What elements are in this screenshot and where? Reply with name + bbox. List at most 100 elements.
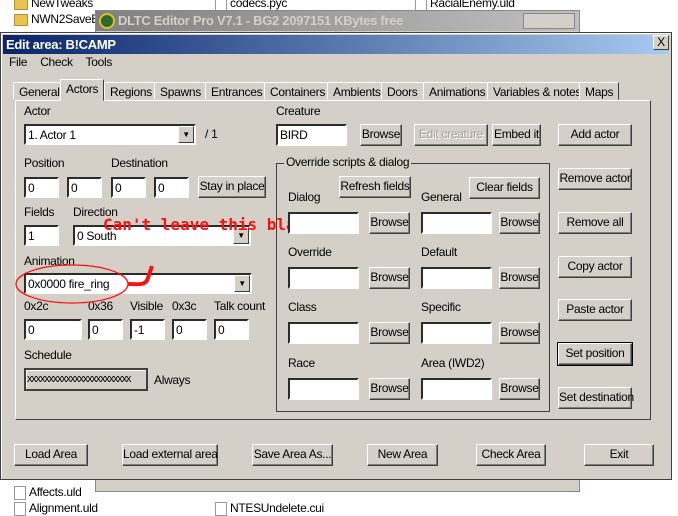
talk-count-label: Talk count xyxy=(214,299,266,313)
dialog-browse-button[interactable]: Browse xyxy=(369,212,410,234)
default-input[interactable] xyxy=(421,267,492,289)
general-label: General xyxy=(421,190,462,204)
race-input[interactable] xyxy=(288,378,359,400)
annotation-arrow xyxy=(127,265,154,287)
folder-icon xyxy=(14,0,28,10)
save-area-as-button[interactable]: Save Area As... xyxy=(252,444,333,466)
tab-general[interactable]: General xyxy=(13,82,66,100)
tab-entrances[interactable]: Entrances xyxy=(205,82,269,100)
menu-bar: File Check Tools xyxy=(9,55,122,69)
tab-maps[interactable]: Maps xyxy=(579,82,620,100)
actor-label: Actor xyxy=(24,104,51,118)
window-title: Edit area: B!CAMP xyxy=(3,35,669,54)
exit-button[interactable]: Exit xyxy=(584,444,654,466)
default-label: Default xyxy=(421,245,457,259)
file-item[interactable]: NTESUndelete.cui xyxy=(215,501,324,516)
file-icon xyxy=(14,485,26,500)
load-area-button[interactable]: Load Area xyxy=(14,444,88,466)
tab-variables-notes[interactable]: Variables & notes xyxy=(487,82,588,100)
paste-actor-button[interactable]: Paste actor xyxy=(558,299,632,321)
position-x-input[interactable]: 0 xyxy=(24,177,59,198)
copy-actor-button[interactable]: Copy actor xyxy=(558,256,632,278)
dialog-label: Dialog xyxy=(288,190,321,204)
dialog-input[interactable] xyxy=(288,212,359,234)
menu-tools[interactable]: Tools xyxy=(86,55,113,69)
schedule-text: Always xyxy=(154,373,191,387)
edit-creature-button[interactable]: Edit creature xyxy=(414,124,488,146)
file-icon xyxy=(14,501,26,516)
set-destination-button[interactable]: Set destination xyxy=(558,387,634,409)
file-item[interactable]: NWN2SaveBa xyxy=(14,12,106,26)
add-actor-button[interactable]: Add actor xyxy=(558,124,632,146)
actor-count: / 1 xyxy=(205,127,218,141)
position-y-input[interactable]: 0 xyxy=(67,177,102,198)
override-group-title: Override scripts & dialog xyxy=(284,155,412,169)
specific-browse-button[interactable]: Browse xyxy=(499,322,540,344)
destination-y-input[interactable]: 0 xyxy=(154,177,189,198)
tab-animations[interactable]: Animations xyxy=(423,82,492,100)
creature-browse-button[interactable]: Browse xyxy=(360,124,402,146)
window-controls[interactable] xyxy=(523,13,575,29)
creature-label: Creature xyxy=(276,104,321,118)
area-iwd2-label: Area (IWD2) xyxy=(421,356,485,370)
race-browse-button[interactable]: Browse xyxy=(369,378,410,400)
menu-check[interactable]: Check xyxy=(40,55,73,69)
folder-icon xyxy=(14,13,28,26)
chevron-down-icon[interactable]: ▼ xyxy=(234,275,250,292)
actor-select[interactable]: 1. Actor 1 ▼ xyxy=(24,124,196,145)
destination-x-input[interactable]: 0 xyxy=(111,177,146,198)
default-browse-button[interactable]: Browse xyxy=(499,267,540,289)
tab-regions[interactable]: Regions xyxy=(104,82,158,100)
override-browse-button[interactable]: Browse xyxy=(369,267,410,289)
load-external-area-button[interactable]: Load external area xyxy=(122,444,218,466)
override-input[interactable] xyxy=(288,267,359,289)
specific-label: Specific xyxy=(421,300,461,314)
clear-fields-button[interactable]: Clear fields xyxy=(469,177,540,199)
chevron-down-icon[interactable]: ▼ xyxy=(178,126,194,143)
remove-all-button[interactable]: Remove all xyxy=(558,212,632,234)
annotation-ellipse xyxy=(15,264,129,304)
set-position-button[interactable]: Set position xyxy=(557,342,633,366)
remove-actor-button[interactable]: Remove actor xyxy=(558,168,632,190)
background-app-title: DLTC Editor Pro V7.1 - BG2 2097151 KByte… xyxy=(96,11,579,31)
refresh-fields-button[interactable]: Refresh fields xyxy=(339,176,411,198)
class-input[interactable] xyxy=(288,322,359,344)
file-icon xyxy=(215,501,227,516)
schedule-label: Schedule xyxy=(24,348,72,362)
schedule-button[interactable]: xxxxxxxxxxxxxxxxxxxxxxxx xyxy=(24,368,148,391)
field-0x36-input[interactable]: 0 xyxy=(88,319,123,340)
talk-count-input[interactable]: 0 xyxy=(214,319,249,340)
embed-it-button[interactable]: Embed it xyxy=(492,124,541,146)
destination-label: Destination xyxy=(111,156,168,170)
tab-containers[interactable]: Containers xyxy=(264,82,332,100)
position-label: Position xyxy=(24,156,65,170)
class-label: Class xyxy=(288,300,317,314)
app-icon xyxy=(99,13,115,29)
override-label: Override xyxy=(288,245,332,259)
close-button[interactable]: X xyxy=(653,35,669,50)
field-0x3c-input[interactable]: 0 xyxy=(172,319,207,340)
file-item[interactable]: Affects.uld xyxy=(14,485,82,500)
general-input[interactable] xyxy=(421,212,492,234)
area-iwd2-input[interactable] xyxy=(421,378,492,400)
tab-doors[interactable]: Doors xyxy=(381,82,424,100)
tab-spawns[interactable]: Spawns xyxy=(154,82,207,100)
area-iwd2-browse-button[interactable]: Browse xyxy=(499,378,540,400)
general-browse-button[interactable]: Browse xyxy=(499,212,540,234)
field-0x2c-input[interactable]: 0 xyxy=(24,319,82,340)
file-item[interactable]: Alignment.uld xyxy=(14,501,98,516)
file-item[interactable]: NewTweaks xyxy=(14,0,93,10)
race-label: Race xyxy=(288,356,315,370)
check-area-button[interactable]: Check Area xyxy=(476,444,546,466)
menu-file[interactable]: File xyxy=(9,55,27,69)
visible-input[interactable]: -1 xyxy=(130,319,165,340)
fields-label: Fields xyxy=(24,205,55,219)
specific-input[interactable] xyxy=(421,322,492,344)
new-area-button[interactable]: New Area xyxy=(367,444,438,466)
class-browse-button[interactable]: Browse xyxy=(369,322,410,344)
stay-in-place-button[interactable]: Stay in place xyxy=(198,176,266,198)
creature-input[interactable]: BIRD xyxy=(276,124,347,146)
annotation-markup xyxy=(15,264,154,304)
tab-actors[interactable]: Actors xyxy=(60,79,105,101)
tab-ambients[interactable]: Ambients xyxy=(327,82,387,100)
